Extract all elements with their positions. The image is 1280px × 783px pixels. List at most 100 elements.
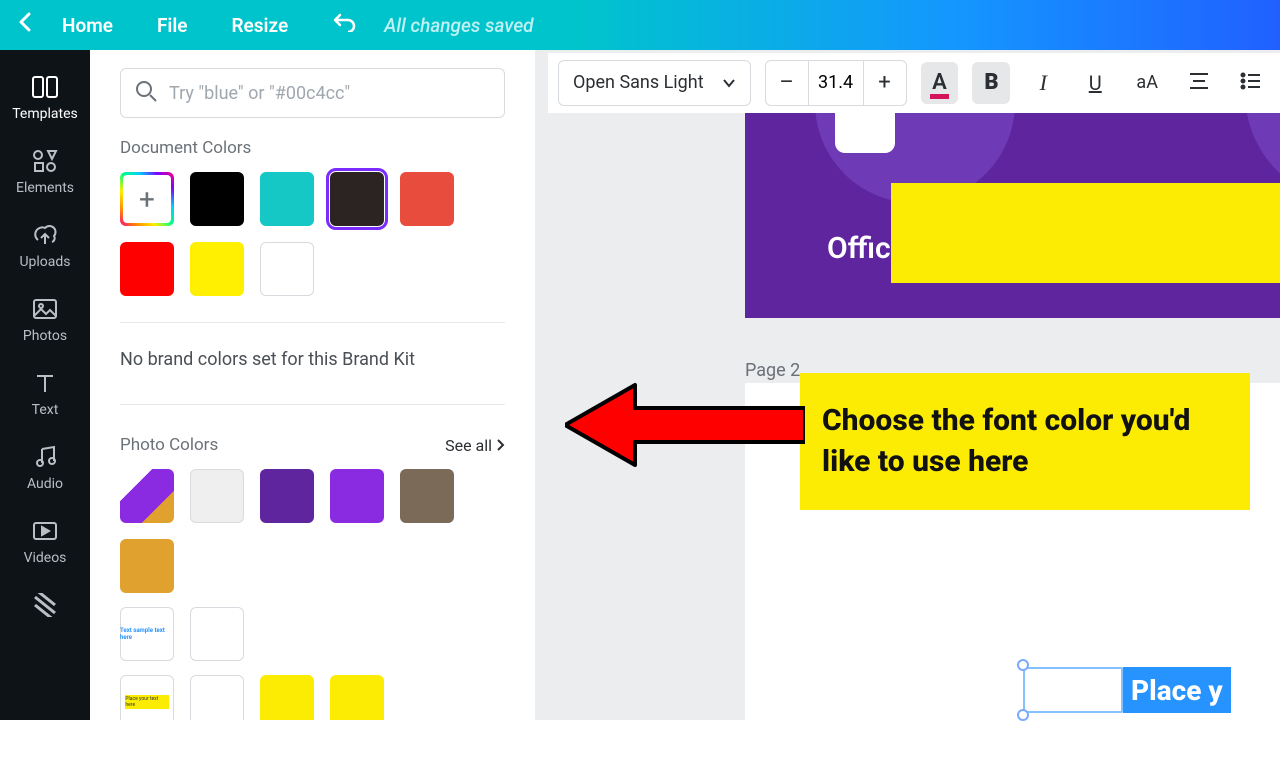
alignment-button[interactable] xyxy=(1180,62,1218,104)
selected-text-element[interactable]: Place y xyxy=(1023,665,1231,715)
italic-icon: I xyxy=(1040,70,1047,96)
photo-colors-row: Place your text here xyxy=(90,661,535,720)
more-icon xyxy=(33,592,57,618)
color-swatch[interactable] xyxy=(190,675,244,720)
undo-button[interactable] xyxy=(310,12,378,38)
videos-icon xyxy=(32,518,58,544)
color-swatch[interactable] xyxy=(260,172,314,226)
italic-button[interactable]: I xyxy=(1024,62,1062,104)
chevron-down-icon xyxy=(722,72,736,93)
panel-divider xyxy=(120,322,505,323)
resize-handle[interactable] xyxy=(1017,659,1029,671)
decor-box xyxy=(835,113,895,153)
font-color-button[interactable]: A xyxy=(921,62,959,104)
search-icon xyxy=(135,80,157,106)
rail-templates[interactable]: Templates xyxy=(0,60,90,134)
color-swatch[interactable] xyxy=(260,242,314,296)
font-size-value[interactable]: 31.4 xyxy=(808,61,864,105)
back-button[interactable] xyxy=(10,12,40,38)
side-tool-rail: Templates Elements Uploads Photos Text A… xyxy=(0,50,90,720)
bold-button[interactable]: B xyxy=(972,62,1010,104)
see-all-text: See all xyxy=(445,436,492,455)
color-swatch[interactable] xyxy=(400,172,454,226)
color-swatch[interactable] xyxy=(190,469,244,523)
rail-label: Videos xyxy=(24,550,67,566)
photo-thumb[interactable]: Text sample text here xyxy=(120,607,174,661)
audio-icon xyxy=(34,444,56,470)
annotation-arrow-icon xyxy=(565,380,805,470)
see-all-link[interactable]: See all xyxy=(445,436,505,455)
photo-colors-row xyxy=(90,455,535,593)
rail-videos[interactable]: Videos xyxy=(0,504,90,578)
rail-text[interactable]: Text xyxy=(0,356,90,430)
annotation-callout: Choose the font color you'd like to use … xyxy=(800,373,1250,510)
rail-label: Audio xyxy=(27,476,63,492)
color-swatch[interactable] xyxy=(120,539,174,593)
rail-photos[interactable]: Photos xyxy=(0,282,90,356)
rail-label: Uploads xyxy=(19,254,70,270)
color-search[interactable] xyxy=(120,68,505,118)
color-search-input[interactable] xyxy=(169,83,490,104)
underline-icon: U xyxy=(1089,71,1102,95)
rail-more[interactable] xyxy=(0,578,90,630)
case-icon: aA xyxy=(1136,72,1158,93)
font-name: Open Sans Light xyxy=(573,72,704,93)
save-status: All changes saved xyxy=(378,14,533,37)
photo-colors-label: Photo Colors xyxy=(120,435,218,455)
text-selection-frame[interactable] xyxy=(1023,667,1123,713)
bold-icon: B xyxy=(984,70,998,95)
rail-uploads[interactable]: Uploads xyxy=(0,208,90,282)
color-swatch[interactable] xyxy=(330,469,384,523)
rail-audio[interactable]: Audio xyxy=(0,430,90,504)
text-case-button[interactable]: aA xyxy=(1128,62,1166,104)
color-panel: Document Colors + No brand colors set fo… xyxy=(90,50,535,720)
color-swatch[interactable] xyxy=(190,242,244,296)
align-icon xyxy=(1188,71,1210,95)
menu-file[interactable]: File xyxy=(135,14,210,37)
color-swatch[interactable] xyxy=(260,675,314,720)
text-icon xyxy=(34,370,56,396)
photo-thumb[interactable] xyxy=(120,469,174,523)
color-swatch[interactable] xyxy=(120,242,174,296)
page-2-label[interactable]: Page 2 xyxy=(745,360,800,381)
elements-icon xyxy=(32,148,58,174)
rail-label: Templates xyxy=(12,106,78,122)
document-color-swatches: + xyxy=(120,172,505,296)
font-size-increase[interactable]: + xyxy=(864,70,906,95)
photo-thumb[interactable]: Place your text here xyxy=(120,675,174,720)
color-swatch[interactable] xyxy=(260,469,314,523)
add-color-swatch[interactable]: + xyxy=(120,172,174,226)
top-menu-bar: Home File Resize All changes saved xyxy=(0,0,1280,50)
resize-handle[interactable] xyxy=(1017,709,1029,721)
panel-divider xyxy=(120,404,505,405)
rail-label: Photos xyxy=(23,328,67,344)
color-swatch[interactable] xyxy=(190,607,244,661)
rail-elements[interactable]: Elements xyxy=(0,134,90,208)
document-colors-label: Document Colors xyxy=(120,138,505,158)
color-swatch[interactable] xyxy=(330,675,384,720)
brand-colors-empty: No brand colors set for this Brand Kit xyxy=(90,349,535,370)
editor-canvas: Open Sans Light – 31.4 + A B I U aA Offi… xyxy=(535,50,1280,720)
list-button[interactable] xyxy=(1232,62,1270,104)
font-family-select[interactable]: Open Sans Light xyxy=(558,60,751,106)
rail-label: Elements xyxy=(16,180,74,196)
color-swatch[interactable] xyxy=(330,172,384,226)
underline-button[interactable]: U xyxy=(1076,62,1114,104)
photo-colors-row: Text sample text here xyxy=(90,593,535,661)
text-content[interactable]: Place y xyxy=(1123,667,1231,713)
uploads-icon xyxy=(32,222,58,248)
annotation-highlight xyxy=(891,183,1280,283)
font-size-stepper: – 31.4 + xyxy=(765,60,907,106)
templates-icon xyxy=(31,74,59,100)
text-toolbar: Open Sans Light – 31.4 + A B I U aA xyxy=(548,53,1280,113)
rail-label: Text xyxy=(32,402,59,418)
font-color-a-icon: A xyxy=(932,70,947,95)
page-1-text: Offic xyxy=(827,231,891,266)
menu-home[interactable]: Home xyxy=(40,14,135,37)
color-swatch[interactable] xyxy=(400,469,454,523)
color-swatch[interactable] xyxy=(190,172,244,226)
menu-resize[interactable]: Resize xyxy=(209,14,310,37)
font-size-decrease[interactable]: – xyxy=(766,70,808,95)
photos-icon xyxy=(32,296,58,322)
page-1-preview[interactable]: Offic xyxy=(745,113,1280,318)
